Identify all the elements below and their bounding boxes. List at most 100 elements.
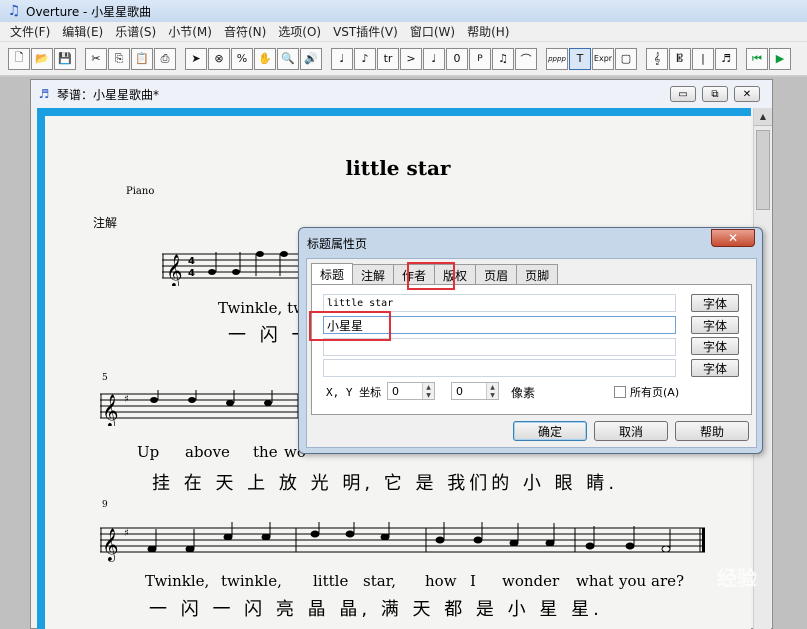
bar-line-icon[interactable]: | — [692, 47, 714, 70]
zoom-icon[interactable]: 🔍 — [277, 47, 299, 70]
lyric-line-3-cn: 一 闪 一 闪 亮 晶 晶, 满 天 都 是 小 星 星. — [149, 599, 603, 620]
tab-footer[interactable]: 页脚 — [516, 264, 559, 285]
coordinate-label: X, Y 坐标 — [326, 386, 382, 399]
text-icon[interactable]: T — [569, 47, 591, 70]
font-button-2[interactable]: 字体 — [691, 316, 739, 334]
slur-icon[interactable]: ⌒ — [515, 47, 537, 70]
dialog-title: 标题属性页 — [307, 237, 368, 251]
score-window-titlebar: ♬ 琴谱：小星星歌曲* ▭ ⧉ ✕ — [31, 80, 772, 108]
svg-text:𝄞: 𝄞 — [102, 528, 119, 562]
scroll-thumb[interactable] — [756, 130, 770, 210]
title-field-4[interactable] — [323, 359, 676, 377]
lyric-line-3-en-7: wonder — [502, 572, 560, 590]
x-coordinate-spinner[interactable]: 0 ▲ ▼ — [387, 382, 435, 400]
watermark-text: 经验 — [717, 566, 757, 590]
app-titlebar: ♫ Overture - 小星星歌曲 — [0, 0, 807, 22]
annotation-label: 注解 — [93, 216, 118, 230]
beamed-note-icon[interactable]: ♫ — [492, 47, 514, 70]
font-button-3[interactable]: 字体 — [691, 337, 739, 355]
svg-text:♯: ♯ — [124, 528, 129, 539]
notes-icon[interactable]: ♬ — [715, 47, 737, 70]
y-spin-arrows-icon[interactable]: ▲ ▼ — [486, 383, 498, 399]
quarter-note-icon[interactable]: ♩ — [331, 47, 353, 70]
menu-help[interactable]: 帮助(H) — [461, 23, 515, 40]
lyric-line-3-en-2: twinkle, — [221, 572, 282, 590]
score-doc-icon: ♬ — [38, 87, 50, 101]
tenor-clef-icon[interactable]: 𝄡 — [669, 47, 691, 70]
score-title[interactable]: little star — [45, 156, 751, 180]
speaker-icon[interactable]: 🔊 — [300, 47, 322, 70]
menubar: 文件(F) 编辑(E) 乐谱(S) 小节(M) 音符(N) 选项(O) VST插… — [0, 22, 807, 42]
prev-icon[interactable]: ⏮ — [746, 47, 768, 70]
window-title: Overture - 小星星歌曲 — [26, 4, 152, 19]
staff-line-3: 𝄞 ♯ — [100, 522, 705, 562]
menu-file[interactable]: 文件(F) — [4, 23, 56, 40]
eighth-note-icon[interactable]: ♪ — [354, 47, 376, 70]
open-icon[interactable]: 📂 — [31, 47, 53, 70]
tab-title[interactable]: 标题 — [311, 263, 354, 285]
lyric-line-1-en: Twinkle, tw — [218, 299, 306, 317]
scroll-up-icon[interactable]: ▲ — [754, 108, 772, 126]
new-icon[interactable]: 🗋 — [8, 47, 30, 70]
menu-window[interactable]: 窗口(W) — [404, 23, 461, 40]
measure-number-5: 5 — [102, 373, 108, 383]
measure-number-9: 9 — [102, 500, 108, 510]
minimize-button[interactable]: ▭ — [670, 86, 696, 102]
cancel-button[interactable]: 取消 — [594, 421, 668, 441]
save-icon[interactable]: 💾 — [54, 47, 76, 70]
print-icon[interactable]: ⎙ — [154, 47, 176, 70]
menu-measure[interactable]: 小节(M) — [162, 23, 218, 40]
play-icon[interactable]: ▶ — [769, 47, 791, 70]
p-icon[interactable]: P — [469, 47, 491, 70]
toolbar: 🗋 📂 💾 ✂ ⎘ 📋 ⎙ ➤ ⊗ % ✋ 🔍 🔊 ♩ ♪ tr > ♩ 0 P… — [0, 42, 807, 76]
box-icon[interactable]: ▢ — [615, 47, 637, 70]
trill-icon[interactable]: tr — [377, 47, 399, 70]
menu-options[interactable]: 选项(O) — [272, 23, 327, 40]
overture-icon: ♫ — [7, 3, 21, 19]
restore-button[interactable]: ⧉ — [702, 86, 728, 102]
note-icon[interactable]: ♩ — [423, 47, 445, 70]
score-window-title: 琴谱：小星星歌曲* — [57, 87, 160, 102]
menu-edit[interactable]: 编辑(E) — [56, 23, 109, 40]
expr-icon[interactable]: Expr — [592, 47, 614, 70]
menu-score[interactable]: 乐谱(S) — [109, 23, 162, 40]
copy-icon[interactable]: ⎘ — [108, 47, 130, 70]
ok-button[interactable]: 确定 — [513, 421, 587, 441]
dialog-close-button[interactable]: ✕ — [711, 229, 755, 247]
pppp-icon[interactable]: pppp — [546, 47, 568, 70]
paste-icon[interactable]: 📋 — [131, 47, 153, 70]
select-icon[interactable]: ➤ — [185, 47, 207, 70]
close-button[interactable]: ✕ — [734, 86, 760, 102]
all-pages-checkbox[interactable] — [614, 386, 626, 398]
instrument-label: Piano — [126, 186, 155, 197]
tab-header[interactable]: 页眉 — [475, 264, 518, 285]
staff-line-2: 𝄞 ♯ — [100, 390, 310, 426]
menu-notes[interactable]: 音符(N) — [218, 23, 272, 40]
font-button-1[interactable]: 字体 — [691, 294, 739, 312]
percent-icon[interactable]: % — [231, 47, 253, 70]
x-coordinate-value: 0 — [392, 384, 399, 398]
erase-icon[interactable]: ⊗ — [208, 47, 230, 70]
menu-vst[interactable]: VST插件(V) — [327, 23, 404, 40]
author-tab-highlight — [407, 262, 455, 290]
font-button-4[interactable]: 字体 — [691, 359, 739, 377]
hand-icon[interactable]: ✋ — [254, 47, 276, 70]
all-pages-label: 所有页(A) — [630, 386, 680, 399]
dialog-body: 标题 注解 作者 版权 页眉 页脚 little star 小星星 字体 字体 … — [306, 258, 757, 448]
svg-text:4: 4 — [188, 268, 195, 279]
zero-icon[interactable]: 0 — [446, 47, 468, 70]
title-field-1[interactable]: little star — [323, 294, 676, 312]
tab-panel-title: little star 小星星 字体 字体 字体 字体 X, Y 坐标 0 ▲ ▼… — [311, 284, 752, 415]
accent-icon[interactable]: > — [400, 47, 422, 70]
svg-text:4: 4 — [188, 256, 195, 267]
cut-icon[interactable]: ✂ — [85, 47, 107, 70]
x-spin-arrows-icon[interactable]: ▲ ▼ — [422, 383, 434, 399]
staff-line-1: 𝄞 44 — [162, 251, 312, 286]
tab-annotation[interactable]: 注解 — [352, 264, 395, 285]
y-coordinate-spinner[interactable]: 0 ▲ ▼ — [451, 382, 499, 400]
lyric-line-3-en-9: you — [619, 572, 647, 590]
treble-clef-icon[interactable]: 𝄞 — [646, 47, 668, 70]
lyric-line-3-en-4: star, — [363, 572, 396, 590]
help-button[interactable]: 帮助 — [675, 421, 749, 441]
lyric-line-2-en-above: above — [185, 443, 230, 461]
